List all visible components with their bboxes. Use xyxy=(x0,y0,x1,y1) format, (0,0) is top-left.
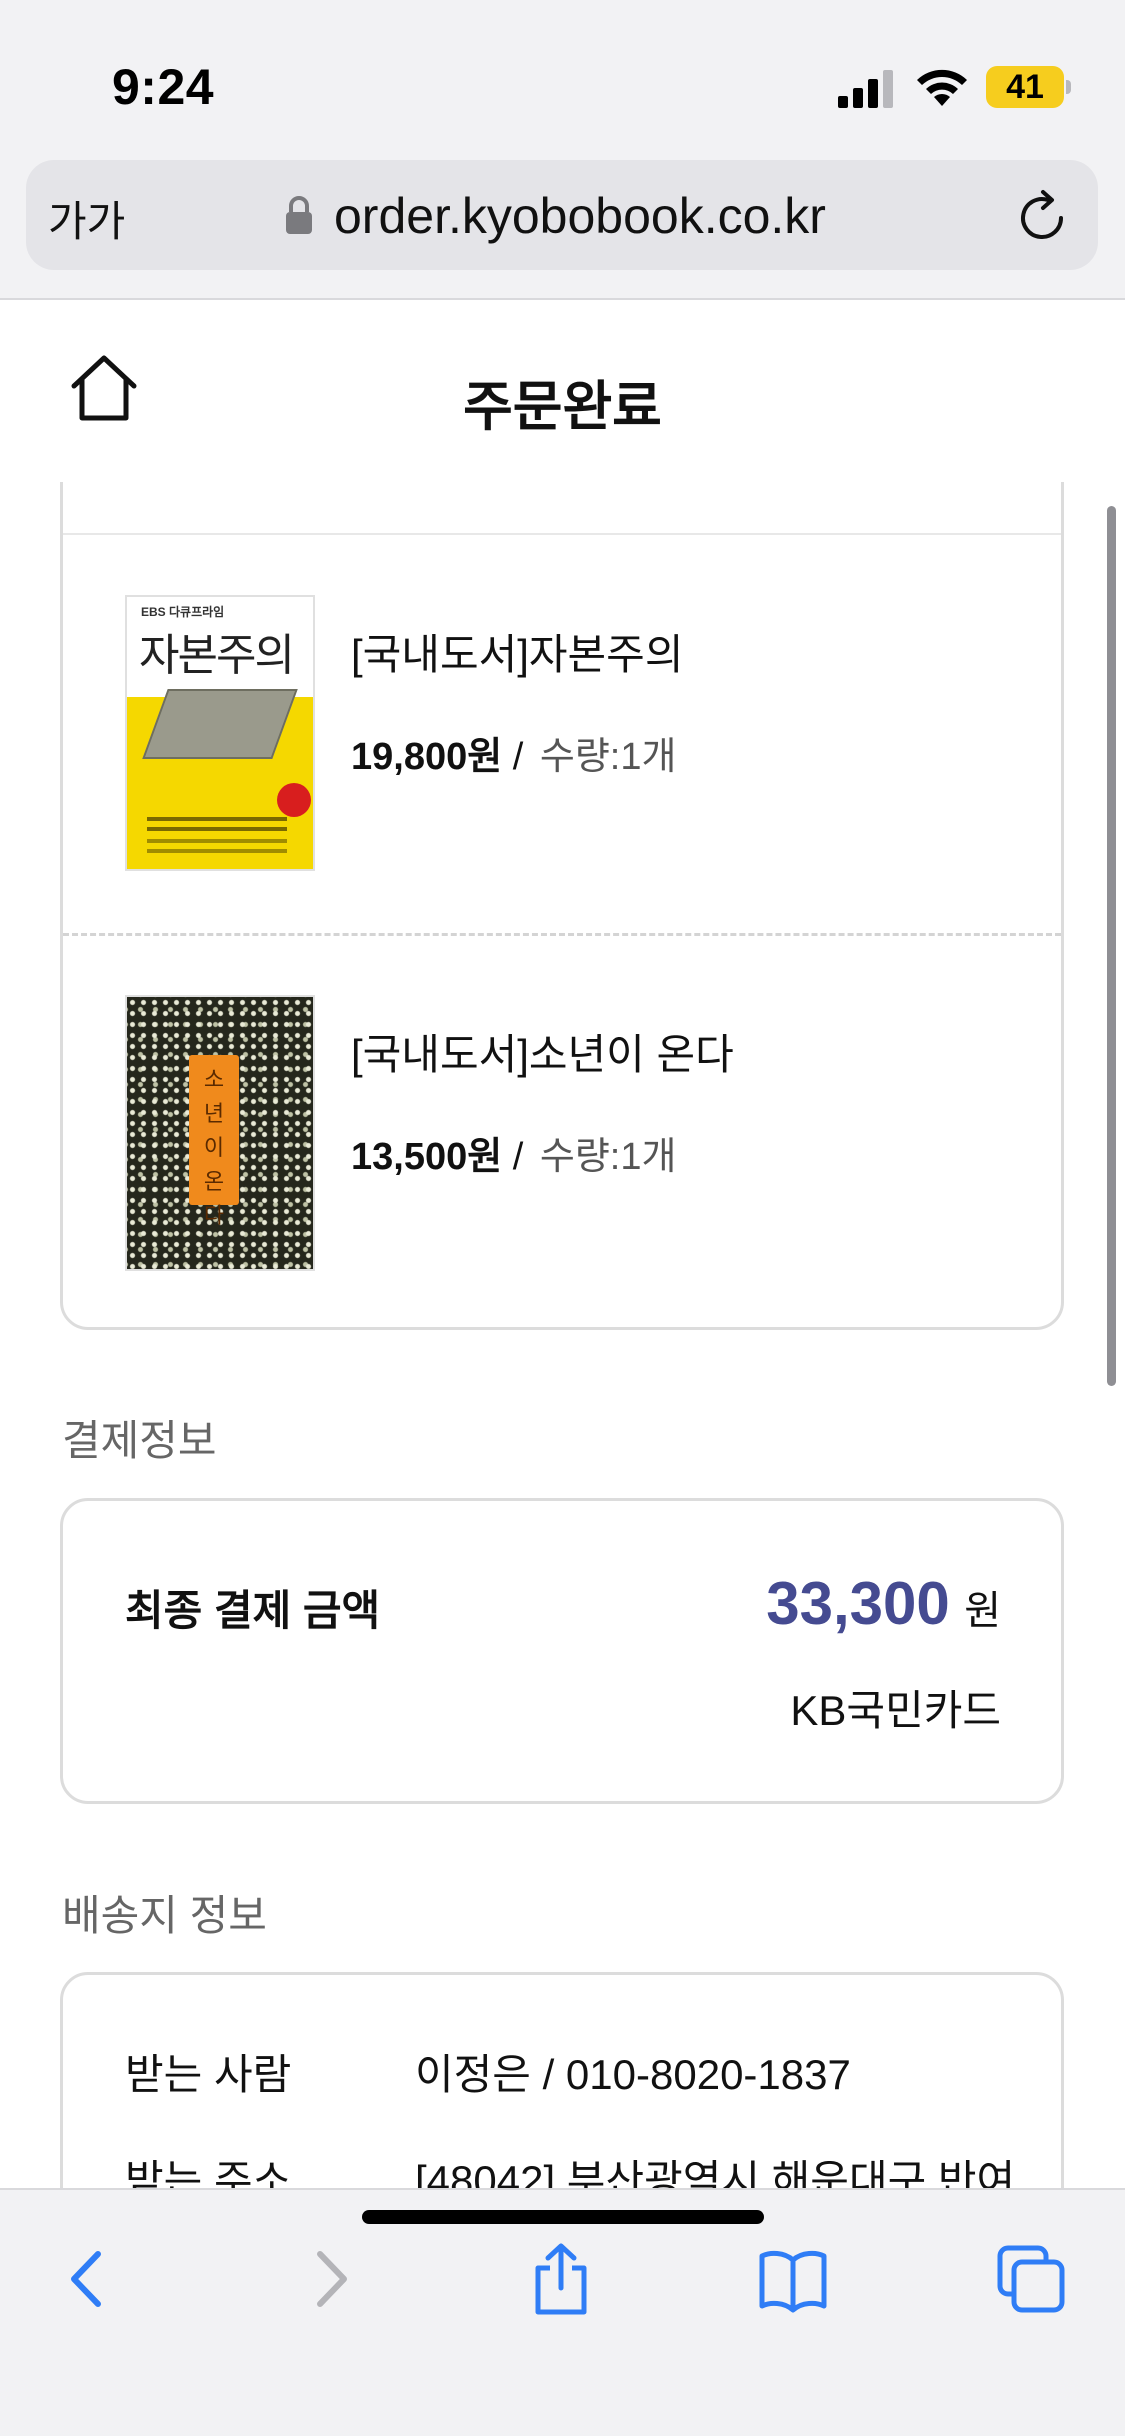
recipient-value: 이정은 / 010-8020-1837 xyxy=(415,2051,851,2098)
item-price: 19,800원 xyxy=(351,736,503,778)
item-name[interactable]: [국내도서]소년이 온다 xyxy=(351,1021,734,1082)
total-amount-group: 33,300 원 xyxy=(766,1569,1001,1638)
separator: / xyxy=(512,736,524,778)
address-value: [48042] 부산광역시 해운대구 반여 xyxy=(415,2157,1016,2188)
back-icon[interactable] xyxy=(52,2242,122,2316)
payment-card: 최종 결제 금액 33,300 원 KB국민카드 xyxy=(60,1498,1064,1804)
book-cover-image[interactable]: EBS 다큐프라임 자본주의 xyxy=(125,595,315,871)
status-time: 9:24 xyxy=(112,59,215,115)
wifi-icon xyxy=(917,69,967,106)
currency-unit: 원 xyxy=(964,1589,1001,1633)
payment-method: KB국민카드 xyxy=(790,1687,1001,1734)
total-label: 최종 결제 금액 xyxy=(125,1587,381,1634)
separator: / xyxy=(512,1136,524,1178)
cover-title: 자본주의 xyxy=(139,631,295,680)
status-bar: 9:24 41 xyxy=(0,0,1125,150)
recipient-label: 받는 사람 xyxy=(125,2051,292,2098)
address-bar[interactable]: 가가 order.kyobobook.co.kr xyxy=(26,160,1098,270)
signal-icon xyxy=(838,70,893,108)
page-header: 주문완료 xyxy=(0,302,1125,482)
total-amount: 33,300 xyxy=(766,1570,950,1637)
item-price: 13,500원 xyxy=(351,1136,503,1178)
list-item[interactable]: EBS 다큐프라임 자본주의 [국내도서]자본주의 19,800원 / 수량:1… xyxy=(125,595,1025,875)
item-quantity: 수량:1개 xyxy=(539,1136,677,1178)
url-text[interactable]: order.kyobobook.co.kr xyxy=(334,187,826,245)
dashed-divider xyxy=(63,933,1061,936)
order-items-card: EBS 다큐프라임 자본주의 [국내도서]자본주의 19,800원 / 수량:1… xyxy=(60,482,1064,1330)
shipping-section-title: 배송지 정보 xyxy=(62,1892,267,1939)
text-size-button[interactable]: 가가 xyxy=(48,188,125,249)
browser-top-bar: 9:24 41 가가 order.kyobobook.co.kr xyxy=(0,0,1125,300)
battery-level: 41 xyxy=(1006,68,1044,106)
lock-icon xyxy=(286,196,312,234)
forward-icon[interactable] xyxy=(296,2242,366,2316)
browser-toolbar xyxy=(0,2188,1125,2436)
reload-icon[interactable] xyxy=(1016,188,1070,244)
divider xyxy=(63,533,1061,535)
item-price-line: 13,500원 / 수량:1개 xyxy=(351,1125,676,1180)
battery-icon: 41 xyxy=(986,66,1071,108)
tabs-icon[interactable] xyxy=(996,2242,1066,2316)
address-label: 받는 주소 xyxy=(125,2157,292,2188)
scrollbar[interactable] xyxy=(1107,506,1116,1386)
order-complete-content[interactable]: EBS 다큐프라임 자본주의 [국내도서]자본주의 19,800원 / 수량:1… xyxy=(0,482,1125,2188)
bookmarks-icon[interactable] xyxy=(758,2242,828,2316)
share-icon[interactable] xyxy=(526,2242,596,2316)
shipping-card: 받는 사람 이정은 / 010-8020-1837 받는 주소 [48042] … xyxy=(60,1972,1064,2188)
list-item[interactable]: 소년이 온다 [국내도서]소년이 온다 13,500원 / 수량:1개 xyxy=(125,995,1025,1275)
cover-publisher: EBS 다큐프라임 xyxy=(141,605,225,619)
payment-section-title: 결제정보 xyxy=(62,1417,217,1464)
item-name[interactable]: [국내도서]자본주의 xyxy=(351,621,683,682)
book-cover-image[interactable]: 소년이 온다 xyxy=(125,995,315,1271)
item-price-line: 19,800원 / 수량:1개 xyxy=(351,725,676,780)
home-indicator xyxy=(362,2210,764,2224)
page-title: 주문완료 xyxy=(463,377,662,437)
cover-title: 소년이 온다 xyxy=(203,1067,225,1228)
item-quantity: 수량:1개 xyxy=(539,736,677,778)
